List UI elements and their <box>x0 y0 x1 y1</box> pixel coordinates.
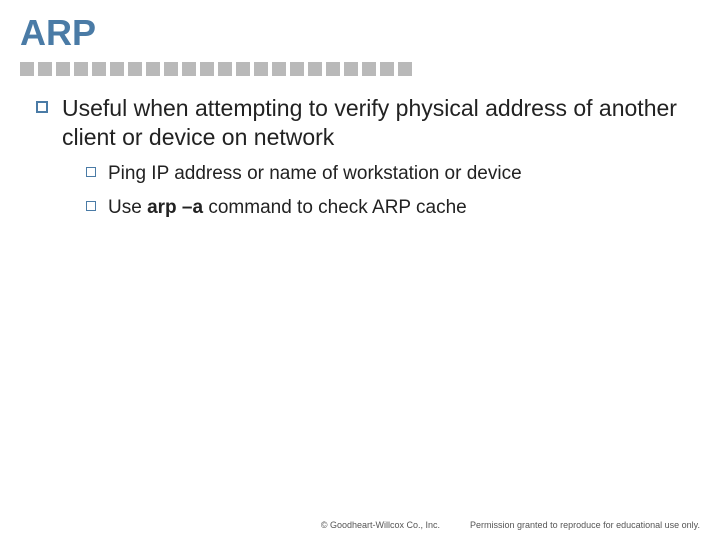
sub-bullet-bold: arp –a <box>147 197 203 218</box>
sub-bullet-list: Ping IP address or name of workstation o… <box>86 162 680 221</box>
separator-square-icon <box>56 62 70 76</box>
separator-square-icon <box>272 62 286 76</box>
separator-square-icon <box>200 62 214 76</box>
square-bullet-icon <box>86 167 96 177</box>
separator-square-icon <box>290 62 304 76</box>
sub-bullet-text: Ping IP address or name of workstation o… <box>108 162 522 187</box>
square-bullet-icon <box>36 101 48 113</box>
sub-bullet-text: Use arp –a command to check ARP cache <box>108 196 467 221</box>
footer-copyright: © Goodheart-Willcox Co., Inc. <box>321 520 440 530</box>
sub-bullet-item: Ping IP address or name of workstation o… <box>86 162 680 187</box>
main-bullet-text: Useful when attempting to verify physica… <box>62 94 680 152</box>
sub-bullet-prefix: Use <box>108 197 147 218</box>
separator-bar <box>0 62 720 76</box>
separator-square-icon <box>254 62 268 76</box>
separator-square-icon <box>92 62 106 76</box>
separator-square-icon <box>236 62 250 76</box>
content-area: Useful when attempting to verify physica… <box>0 94 720 221</box>
square-bullet-icon <box>86 201 96 211</box>
separator-square-icon <box>344 62 358 76</box>
sub-bullet-item: Use arp –a command to check ARP cache <box>86 196 680 221</box>
footer-permission: Permission granted to reproduce for educ… <box>470 520 700 530</box>
main-bullet-item: Useful when attempting to verify physica… <box>36 94 680 152</box>
separator-square-icon <box>218 62 232 76</box>
separator-square-icon <box>74 62 88 76</box>
separator-square-icon <box>362 62 376 76</box>
separator-square-icon <box>128 62 142 76</box>
separator-square-icon <box>146 62 160 76</box>
separator-square-icon <box>110 62 124 76</box>
separator-square-icon <box>182 62 196 76</box>
slide-title: ARP <box>0 0 720 62</box>
separator-square-icon <box>308 62 322 76</box>
footer: © Goodheart-Willcox Co., Inc. Permission… <box>321 520 700 530</box>
separator-square-icon <box>380 62 394 76</box>
sub-bullet-suffix: command to check ARP cache <box>203 197 467 218</box>
separator-square-icon <box>164 62 178 76</box>
separator-square-icon <box>38 62 52 76</box>
separator-square-icon <box>20 62 34 76</box>
separator-square-icon <box>398 62 412 76</box>
separator-square-icon <box>326 62 340 76</box>
